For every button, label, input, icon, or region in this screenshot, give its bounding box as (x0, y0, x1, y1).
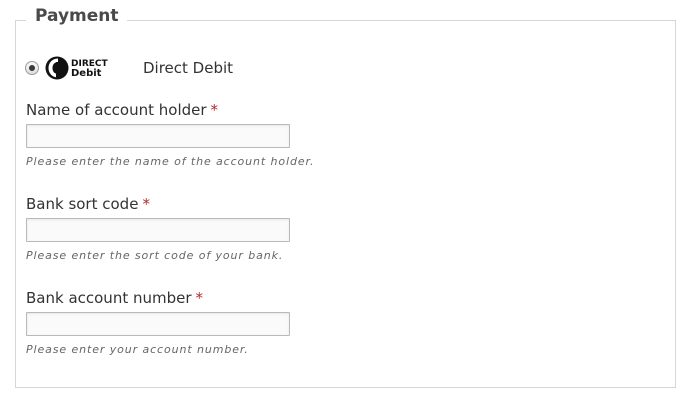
account-number-input[interactable] (26, 312, 290, 336)
required-marker: * (210, 101, 219, 119)
account-number-hint: Please enter your account number. (26, 343, 249, 356)
account-holder-label: Name of account holder * (26, 100, 218, 120)
account-number-label-text: Bank account number (26, 289, 192, 307)
logo-text-bottom: Debit (71, 68, 102, 79)
account-holder-input[interactable] (26, 124, 290, 148)
direct-debit-logo: DIRECT Debit (45, 56, 109, 80)
direct-debit-radio[interactable] (25, 61, 39, 75)
sort-code-input[interactable] (26, 218, 290, 242)
direct-debit-label[interactable]: Direct Debit (143, 59, 233, 77)
account-holder-label-text: Name of account holder (26, 101, 207, 119)
sort-code-label: Bank sort code * (26, 194, 150, 214)
required-marker: * (142, 195, 150, 213)
account-holder-hint: Please enter the name of the account hol… (26, 155, 315, 168)
required-marker: * (195, 289, 204, 307)
payment-legend: Payment (26, 5, 127, 27)
payment-method-direct-debit[interactable]: DIRECT Debit Direct Debit (25, 55, 233, 81)
sort-code-hint: Please enter the sort code of your bank. (26, 249, 284, 262)
account-number-label: Bank account number * (26, 288, 203, 308)
radio-selected-dot (29, 65, 35, 71)
sort-code-label-text: Bank sort code (26, 195, 139, 213)
